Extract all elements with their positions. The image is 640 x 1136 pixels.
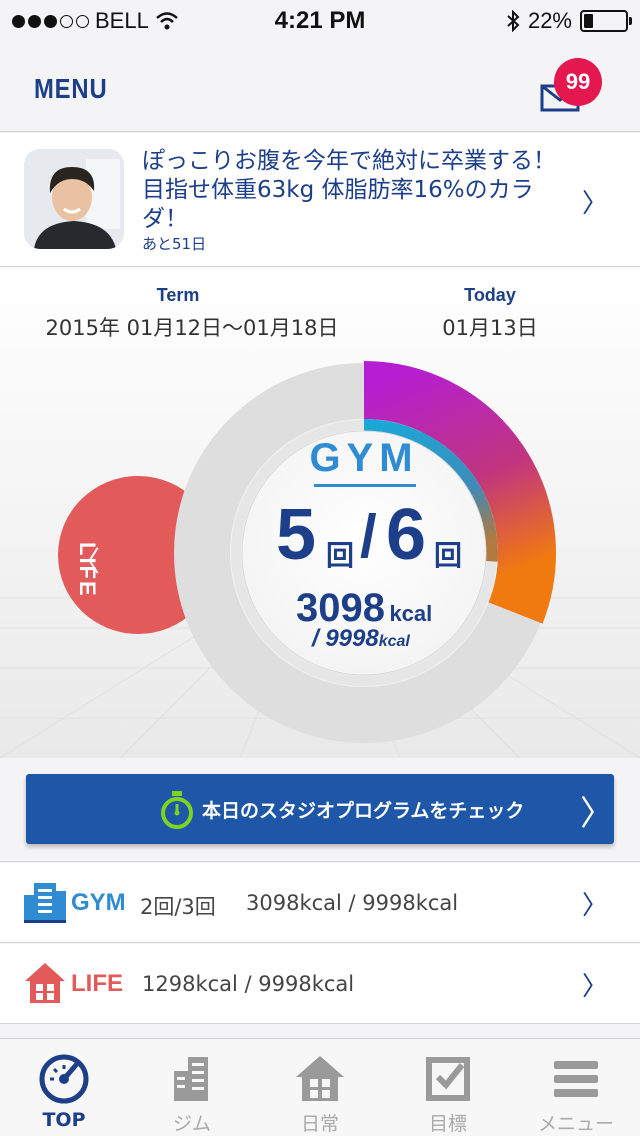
visits-unit: 回 <box>326 540 355 571</box>
mail-badge: 99 <box>554 58 602 106</box>
tab-menu-label: メニュー <box>537 1113 614 1135</box>
avatar <box>24 149 124 249</box>
kcal-value: 3098 <box>296 586 385 630</box>
kcal-unit: kcal <box>389 601 433 626</box>
battery-level <box>584 14 593 28</box>
goal-text: ぽっこりお腹を今年で絶対に卒業する！目指せ体重63kg 体脂肪率16%のカラダ！ <box>142 148 556 232</box>
life-summary-row[interactable]: LIFE 1298kcal / 9998kcal 〉 <box>0 944 640 1024</box>
gym-row-title: GYM <box>71 889 126 916</box>
dashboard: Term 2015年 01月12日〜01月18日 Today 01月13日 〈 … <box>0 268 640 758</box>
chevron-right-icon: 〉 <box>582 189 609 219</box>
building-icon <box>24 883 66 923</box>
visit-count: 5 回 / 6 回 <box>270 494 470 584</box>
visits-target-unit: 回 <box>434 540 463 571</box>
gym-title: GYM <box>309 436 419 480</box>
life-row-title: LIFE <box>71 970 123 997</box>
gym-row-kcal: 3098kcal / 9998kcal <box>246 891 459 915</box>
studio-section: 本日のスタジオプログラムをチェック 〉 <box>0 758 640 862</box>
battery-icon <box>580 10 632 32</box>
status-bar: BELL 4:21 PM 22% <box>0 0 640 40</box>
days-remaining: あと51日 <box>142 235 207 253</box>
tab-goal-label: 目標 <box>428 1113 467 1135</box>
visits-target: 6 <box>386 495 427 575</box>
tab-daily[interactable]: 日常 <box>256 1039 384 1136</box>
nav-bar: MENU 99 <box>0 40 640 132</box>
speedometer-icon <box>39 1054 89 1104</box>
menu-button[interactable]: MENU <box>34 73 107 105</box>
tab-bar: TOP ジム 日常 目標 メニュー <box>0 1038 640 1136</box>
visits-done: 5 <box>276 495 317 575</box>
house-icon <box>25 963 65 1003</box>
tab-top[interactable]: TOP <box>0 1039 128 1136</box>
kcal-target: / 9998kcal <box>312 625 410 653</box>
kcal-target-unit: kcal <box>378 633 410 650</box>
goal-row[interactable]: ぽっこりお腹を今年で絶対に卒業する！目指せ体重63kg 体脂肪率16%のカラダ！… <box>0 133 640 267</box>
building-icon <box>174 1057 208 1101</box>
hamburger-icon <box>554 1061 598 1097</box>
studio-program-button[interactable]: 本日のスタジオプログラムをチェック 〉 <box>26 774 614 844</box>
life-row-kcal: 1298kcal / 9998kcal <box>142 972 355 996</box>
tab-top-label: TOP <box>42 1109 86 1131</box>
slash: / <box>360 503 377 570</box>
stopwatch-icon <box>161 791 193 829</box>
bluetooth-icon <box>507 10 520 32</box>
tab-goal[interactable]: 目標 <box>384 1039 512 1136</box>
tab-menu[interactable]: メニュー <box>512 1039 640 1136</box>
tab-gym-label: ジム <box>172 1113 211 1135</box>
checkbox-icon <box>426 1057 470 1101</box>
battery-percent: 22% <box>527 8 572 33</box>
gym-row-visits: 2回/3回 <box>140 895 216 919</box>
gym-summary-row[interactable]: GYM 2回/3回 3098kcal / 9998kcal 〉 <box>0 863 640 943</box>
tab-gym[interactable]: ジム <box>128 1039 256 1136</box>
house-icon <box>296 1056 344 1101</box>
tab-daily-label: 日常 <box>300 1113 339 1135</box>
studio-program-label: 本日のスタジオプログラムをチェック <box>202 800 525 822</box>
chevron-right-icon: 〉 <box>582 891 609 921</box>
chevron-right-icon: 〉 <box>582 972 609 1002</box>
chevron-right-icon: 〉 <box>580 794 614 834</box>
gym-title-underline <box>314 484 416 487</box>
kcal-target-value: / 9998 <box>312 625 379 652</box>
status-right: 22% <box>506 8 632 34</box>
